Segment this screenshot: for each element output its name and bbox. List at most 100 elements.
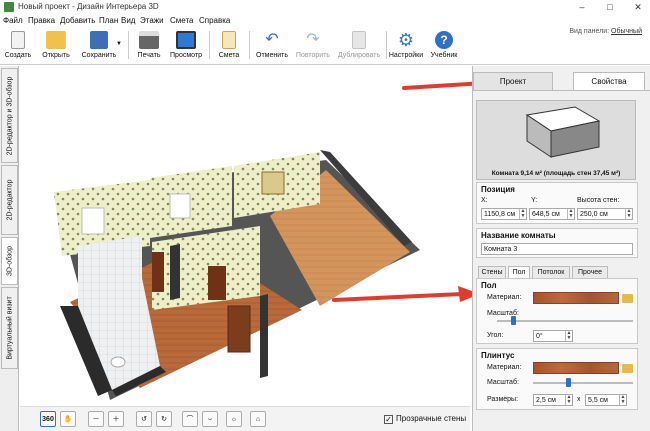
menu-plan[interactable]: План — [99, 16, 118, 25]
floor-scale-thumb[interactable] — [511, 316, 517, 325]
baseboard-size1-spinner[interactable]: ▲ ▼ — [565, 395, 572, 405]
tab-2d-and-3d[interactable]: 2D-редактор и 3D-обзор — [1, 68, 18, 163]
rotate-left-button[interactable]: ↺ — [136, 411, 152, 427]
baseboard-scale-thumb[interactable] — [566, 378, 571, 387]
zoom-in-button[interactable]: ＋ — [108, 411, 124, 427]
3d-viewport[interactable] — [20, 66, 470, 406]
y-spinner[interactable]: ▲ ▼ — [567, 209, 574, 219]
floor-angle-spinner[interactable]: ▲ ▼ — [565, 331, 572, 341]
transparent-walls-label: Прозрачные стены — [396, 414, 467, 423]
toilet — [110, 356, 126, 368]
tab-2d-editor[interactable]: 2D-редактор — [1, 165, 18, 235]
title-bar: Новый проект - Дизайн Интерьера 3D – □ ✕ — [0, 0, 650, 15]
floor-scale-slider[interactable] — [497, 320, 633, 322]
baseboard-scale-label: Масштаб: — [487, 379, 519, 386]
subtab-walls[interactable]: Стены — [478, 266, 506, 278]
zoom-out-button[interactable]: － — [88, 411, 104, 427]
x-value: 1150,8 см — [484, 211, 516, 218]
tab-project[interactable]: Проект — [473, 72, 553, 90]
open-button[interactable]: Открыть — [38, 27, 74, 64]
menu-estimate[interactable]: Смета — [170, 16, 193, 25]
tilt-down-button[interactable]: ⌣ — [202, 411, 218, 427]
close-button[interactable]: ✕ — [626, 0, 650, 14]
transparent-walls-toggle[interactable]: ✓ Прозрачные стены — [384, 414, 466, 424]
hand-icon: ✋ — [63, 416, 73, 423]
baseboard-sizes-label: Размеры: — [487, 396, 519, 403]
menu-view[interactable]: Вид — [121, 16, 135, 25]
wall-height-spinner[interactable]: ▲ ▼ — [625, 209, 632, 219]
panel-view-selector[interactable]: Вид панели: Обычный — [569, 28, 642, 35]
maximize-button[interactable]: □ — [598, 0, 622, 14]
subtab-other[interactable]: Прочее — [572, 266, 608, 278]
zoom-in-icon: ＋ — [112, 416, 120, 423]
home-view-button[interactable]: ⌂ — [250, 411, 266, 427]
tab-virtual-visit[interactable]: Виртуальный визит — [1, 287, 18, 369]
minimize-button[interactable]: – — [570, 0, 594, 14]
app-icon — [4, 2, 14, 12]
floor-material-folder-icon[interactable] — [622, 294, 633, 303]
help-icon: ? — [435, 31, 453, 49]
rotate-right-button[interactable]: ↻ — [156, 411, 172, 427]
floor-material-label: Материал: — [487, 294, 522, 301]
baseboard-size2-value: 5,5 см — [588, 397, 608, 404]
baseboard-size1-value: 2,5 см — [536, 397, 556, 404]
y-value: 648,5 см — [532, 211, 560, 218]
save-dropdown-chevron-icon[interactable]: ▼ — [116, 41, 122, 47]
duplicate-label: Дублировать — [337, 52, 381, 59]
floppy-disk-icon — [90, 31, 108, 49]
floor-material-swatch[interactable] — [533, 292, 619, 304]
x-spinner[interactable]: ▲ ▼ — [519, 209, 526, 219]
tab-3d-view-label: 3D-обзор — [6, 246, 13, 276]
wall-height-field[interactable]: 250,0 см ▲ ▼ — [577, 208, 633, 220]
position-group: Позиция X: Y: Высота стен: 1150,8 см ▲ ▼ 6… — [476, 182, 638, 224]
subtab-ceiling[interactable]: Потолок — [532, 266, 570, 278]
tilt-up-button[interactable]: ⌒ — [182, 411, 198, 427]
door-left — [152, 252, 164, 292]
light-button[interactable]: ☼ — [226, 411, 242, 427]
create-button[interactable]: Создать — [2, 27, 34, 64]
tab-properties[interactable]: Свойства — [573, 72, 645, 90]
room-name-group: Название комнаты Комната 3 — [476, 228, 638, 258]
menu-edit[interactable]: Правка — [28, 16, 55, 25]
menu-add[interactable]: Добавить — [60, 16, 95, 25]
room-preview: Комната 9,14 м² (площадь стен 37,45 м²) — [476, 100, 636, 180]
settings-button[interactable]: ⚙ Настройки — [387, 27, 425, 64]
room-name-title: Название комнаты — [481, 231, 556, 240]
y-field[interactable]: 648,5 см ▲ ▼ — [529, 208, 575, 220]
rotate-360-button[interactable]: 360 — [40, 411, 56, 427]
room-preview-box — [525, 106, 601, 158]
undo-button[interactable]: ↶ Отменить — [254, 27, 290, 64]
estimate-button[interactable]: Смета — [214, 27, 244, 64]
menu-help[interactable]: Справка — [199, 16, 230, 25]
redo-button[interactable]: ↷ Повторить — [294, 27, 332, 64]
baseboard-material-swatch[interactable] — [533, 362, 619, 374]
hand-pan-button[interactable]: ✋ — [60, 411, 76, 427]
floor-angle-field[interactable]: 0° ▲ ▼ — [533, 330, 573, 342]
menu-floors[interactable]: Этажи — [140, 16, 164, 25]
subtab-floor[interactable]: Пол — [508, 266, 530, 278]
panel-view-label: Вид панели: — [569, 28, 610, 35]
toolbar-separator — [209, 31, 210, 59]
baseboard-size1-field[interactable]: 2,5 см ▲ ▼ — [533, 394, 573, 406]
baseboard-material-folder-icon[interactable] — [622, 364, 633, 373]
transparent-walls-checkbox[interactable]: ✓ — [384, 415, 393, 424]
preview-button[interactable]: Просмотр — [168, 27, 204, 64]
room-name-input[interactable]: Комната 3 — [481, 243, 633, 255]
tab-3d-view[interactable]: 3D-обзор — [1, 237, 18, 285]
gear-icon: ⚙ — [397, 30, 415, 50]
tutorial-button[interactable]: ? Учебник — [426, 27, 462, 64]
room-area-caption: Комната 9,14 м² (площадь стен 37,45 м²) — [491, 170, 621, 177]
baseboard-size2-field[interactable]: 5,5 см ▲ ▼ — [585, 394, 627, 406]
estimate-label: Смета — [218, 52, 240, 59]
baseboard-size2-spinner[interactable]: ▲ ▼ — [619, 395, 626, 405]
panel-view-value[interactable]: Обычный — [611, 28, 642, 35]
settings-label: Настройки — [388, 52, 424, 59]
duplicate-button[interactable]: Дублировать — [334, 27, 384, 64]
redo-icon: ↷ — [306, 31, 320, 48]
folder-open-icon — [46, 31, 66, 49]
baseboard-scale-slider[interactable] — [533, 382, 633, 384]
floor-angle-label: Угол: — [487, 332, 504, 339]
print-button[interactable]: Печать — [133, 27, 165, 64]
menu-file[interactable]: Файл — [3, 16, 23, 25]
x-field[interactable]: 1150,8 см ▲ ▼ — [481, 208, 527, 220]
